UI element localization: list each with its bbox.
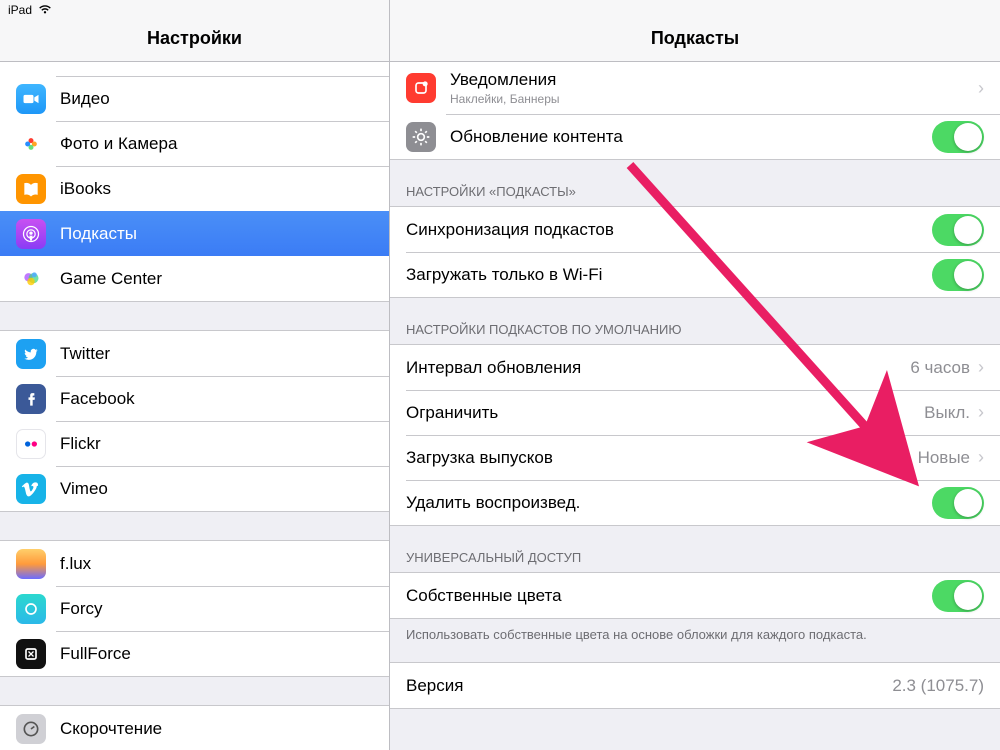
row-wifi-only[interactable]: Загружать только в Wi-Fi bbox=[390, 252, 1000, 297]
video-icon bbox=[16, 84, 46, 114]
chevron-right-icon: › bbox=[978, 357, 984, 378]
sidebar-item-label: Twitter bbox=[60, 344, 373, 364]
sidebar-item-label: Подкасты bbox=[60, 224, 373, 244]
row-label: Собственные цвета bbox=[406, 586, 932, 606]
sidebar-item-label: Видео bbox=[60, 89, 373, 109]
sidebar-item-forcy[interactable]: Forcy bbox=[0, 586, 389, 631]
device-label: iPad bbox=[8, 3, 32, 17]
toggle-background-refresh[interactable] bbox=[932, 121, 984, 153]
sidebar-item-label: iBooks bbox=[60, 179, 373, 199]
sidebar-item-peek[interactable] bbox=[0, 62, 389, 76]
section-header: НАСТРОЙКИ ПОДКАСТОВ ПО УМОЛЧАНИЮ bbox=[390, 298, 1000, 344]
twitter-icon bbox=[16, 339, 46, 369]
row-label: Уведомления bbox=[450, 70, 560, 90]
row-label: Загружать только в Wi-Fi bbox=[406, 265, 932, 285]
podcasts-icon bbox=[16, 219, 46, 249]
sidebar-item-label: Flickr bbox=[60, 434, 373, 454]
forcy-icon bbox=[16, 594, 46, 624]
row-label: Ограничить bbox=[406, 403, 924, 423]
sidebar-item-label: Vimeo bbox=[60, 479, 373, 499]
sidebar-item-vimeo[interactable]: Vimeo bbox=[0, 466, 389, 511]
row-sync-podcasts[interactable]: Синхронизация подкастов bbox=[390, 207, 1000, 252]
sidebar-item-photos[interactable]: Фото и Камера bbox=[0, 121, 389, 166]
vimeo-icon bbox=[16, 474, 46, 504]
sidebar-item-label: Скорочтение bbox=[60, 719, 373, 739]
row-delete-played[interactable]: Удалить воспроизвед. bbox=[390, 480, 1000, 525]
row-label: Синхронизация подкастов bbox=[406, 220, 932, 240]
sidebar-item-facebook[interactable]: Facebook bbox=[0, 376, 389, 421]
row-label: Удалить воспроизвед. bbox=[406, 493, 932, 513]
toggle-delete-played[interactable] bbox=[932, 487, 984, 519]
sidebar-item-label: Фото и Камера bbox=[60, 134, 373, 154]
flickr-icon bbox=[16, 429, 46, 459]
row-custom-colors[interactable]: Собственные цвета bbox=[390, 573, 1000, 618]
section-header: УНИВЕРСАЛЬНЫЙ ДОСТУП bbox=[390, 526, 1000, 572]
row-label: Интервал обновления bbox=[406, 358, 910, 378]
row-sublabel: Наклейки, Баннеры bbox=[450, 92, 560, 106]
sidebar-item-flickr[interactable]: Flickr bbox=[0, 421, 389, 466]
gamecenter-icon bbox=[16, 264, 46, 294]
toggle-sync-podcasts[interactable] bbox=[932, 214, 984, 246]
toggle-wifi-only[interactable] bbox=[932, 259, 984, 291]
row-label: Обновление контента bbox=[450, 127, 932, 147]
chevron-right-icon: › bbox=[978, 447, 984, 468]
notifications-icon bbox=[406, 73, 436, 103]
sidebar-item-podcasts[interactable]: Подкасты bbox=[0, 211, 389, 256]
sidebar-item-fullforce[interactable]: FullForce bbox=[0, 631, 389, 676]
sidebar-item-twitter[interactable]: Twitter bbox=[0, 331, 389, 376]
speedread-icon bbox=[16, 714, 46, 744]
toggle-custom-colors[interactable] bbox=[932, 580, 984, 612]
row-value: 6 часов bbox=[910, 358, 970, 378]
row-value: Выкл. bbox=[924, 403, 970, 423]
row-value: Новые bbox=[918, 448, 970, 468]
ibooks-icon bbox=[16, 174, 46, 204]
row-limit[interactable]: Ограничить Выкл. › bbox=[390, 390, 1000, 435]
chevron-right-icon: › bbox=[978, 78, 984, 99]
section-footer: Использовать собственные цвета на основе… bbox=[390, 619, 1000, 642]
gear-icon bbox=[406, 122, 436, 152]
sidebar-item-video[interactable]: Видео bbox=[0, 76, 389, 121]
sidebar-item-flux[interactable]: f.lux bbox=[0, 541, 389, 586]
sidebar-item-label: Facebook bbox=[60, 389, 373, 409]
row-download-episodes[interactable]: Загрузка выпусков Новые › bbox=[390, 435, 1000, 480]
row-label: Загрузка выпусков bbox=[406, 448, 918, 468]
flux-icon bbox=[16, 549, 46, 579]
facebook-icon bbox=[16, 384, 46, 414]
row-version: Версия 2.3 (1075.7) bbox=[390, 663, 1000, 708]
wifi-icon bbox=[38, 3, 52, 17]
photos-icon bbox=[16, 129, 46, 159]
row-refresh-interval[interactable]: Интервал обновления 6 часов › bbox=[390, 345, 1000, 390]
sidebar-item-speedread[interactable]: Скорочтение bbox=[0, 706, 389, 750]
row-label: Версия bbox=[406, 676, 892, 696]
sidebar-item-label: FullForce bbox=[60, 644, 373, 664]
sidebar-item-label: f.lux bbox=[60, 554, 373, 574]
sidebar-item-label: Forcy bbox=[60, 599, 373, 619]
sidebar-item-gamecenter[interactable]: Game Center bbox=[0, 256, 389, 301]
fullforce-icon bbox=[16, 639, 46, 669]
detail-title: Подкасты bbox=[390, 0, 1000, 62]
section-header: НАСТРОЙКИ «ПОДКАСТЫ» bbox=[390, 160, 1000, 206]
row-background-refresh[interactable]: Обновление контента bbox=[390, 114, 1000, 159]
chevron-right-icon: › bbox=[978, 402, 984, 423]
sidebar-item-ibooks[interactable]: iBooks bbox=[0, 166, 389, 211]
row-value: 2.3 (1075.7) bbox=[892, 676, 984, 696]
sidebar-item-label: Game Center bbox=[60, 269, 373, 289]
row-notifications[interactable]: Уведомления Наклейки, Баннеры › bbox=[390, 62, 1000, 114]
